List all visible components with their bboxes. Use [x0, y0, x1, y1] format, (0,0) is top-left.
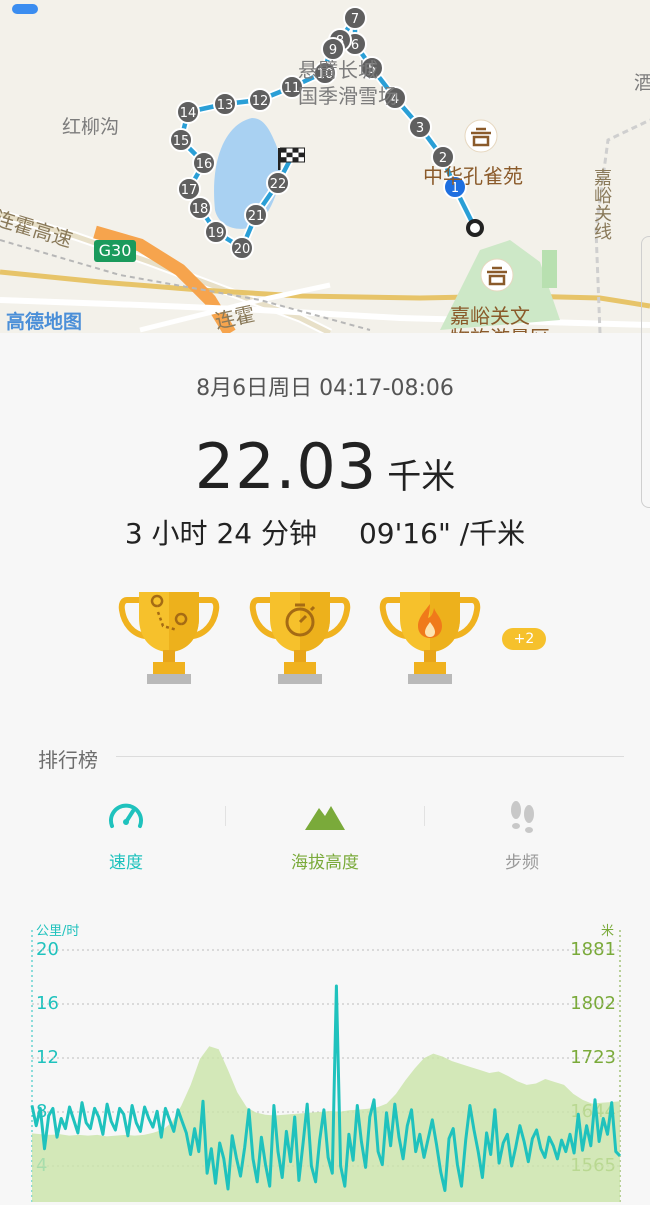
route-marker: 19 — [204, 220, 228, 244]
route-marker: 13 — [213, 92, 237, 116]
museum-poi-icon — [480, 258, 514, 292]
map-toggle-pill[interactable] — [12, 4, 38, 14]
finish-flag-icon — [278, 147, 305, 170]
flame-trophy-icon[interactable] — [378, 588, 482, 690]
route-marker: 20 — [230, 236, 254, 260]
map-poi-label: 物旅游景区 — [450, 322, 550, 333]
footsteps-icon — [452, 796, 592, 836]
route-marker: 3 — [408, 115, 432, 139]
route-map[interactable]: 12345678910111213141516171819202122 红柳沟 … — [0, 0, 650, 333]
route-marker: 7 — [343, 6, 367, 30]
mountain-icon — [255, 796, 395, 836]
duration-value: 3 小时 24 分钟 — [124, 517, 317, 550]
distance-row: 22.03 千米 — [0, 430, 650, 503]
map-poi-label: 中华孔雀苑 — [423, 164, 523, 188]
more-achievements-badge[interactable]: +2 — [502, 628, 546, 650]
map-place-label: 悬臂长城 — [298, 58, 378, 82]
map-place-label: 酒 — [634, 72, 650, 94]
map-logo: 高德地图 — [6, 311, 83, 333]
pace-value: 09'16" /千米 — [358, 517, 526, 550]
route-trophy-icon[interactable] — [117, 588, 221, 690]
tab-altitude[interactable]: 海拔高度 — [255, 796, 395, 873]
route-marker: 18 — [188, 196, 212, 220]
tab-cadence-label: 步频 — [505, 853, 539, 873]
temple-poi-icon — [464, 119, 498, 153]
map-place-label: 国季滑雪场 — [298, 84, 398, 108]
tab-separator — [225, 806, 226, 826]
route-marker: 14 — [176, 100, 200, 124]
distance-unit: 千米 — [387, 457, 456, 497]
stopwatch-trophy-icon[interactable] — [248, 588, 352, 690]
tab-altitude-label: 海拔高度 — [291, 853, 359, 873]
map-road-label: 嘉峪关线 — [591, 168, 612, 240]
route-marker: 15 — [169, 128, 193, 152]
highway-shield: G30 — [94, 240, 136, 262]
speed-altitude-chart[interactable]: 公里/时 米 20 16 12 8 4 1881 1802 1723 1644 … — [0, 910, 650, 1205]
speedometer-icon — [56, 796, 196, 836]
tab-speed[interactable]: 速度 — [56, 796, 196, 873]
tab-speed-label: 速度 — [109, 853, 143, 873]
distance-value: 22.03 — [194, 430, 378, 503]
route-marker: 21 — [244, 203, 268, 227]
route-marker: 16 — [192, 151, 216, 175]
chart-plot — [30, 930, 622, 1202]
workout-date: 8月6日周日 04:17-08:06 — [196, 376, 454, 401]
divider — [116, 756, 624, 757]
route-marker: 22 — [266, 171, 290, 195]
map-place-label: 红柳沟 — [62, 116, 120, 138]
ranking-title: 排行榜 — [38, 748, 98, 772]
tab-separator — [424, 806, 425, 826]
route-marker: 12 — [248, 88, 272, 112]
stats-row: 3 小时 24 分钟 09'16" /千米 — [0, 512, 650, 552]
tab-cadence[interactable]: 步频 — [452, 796, 592, 873]
